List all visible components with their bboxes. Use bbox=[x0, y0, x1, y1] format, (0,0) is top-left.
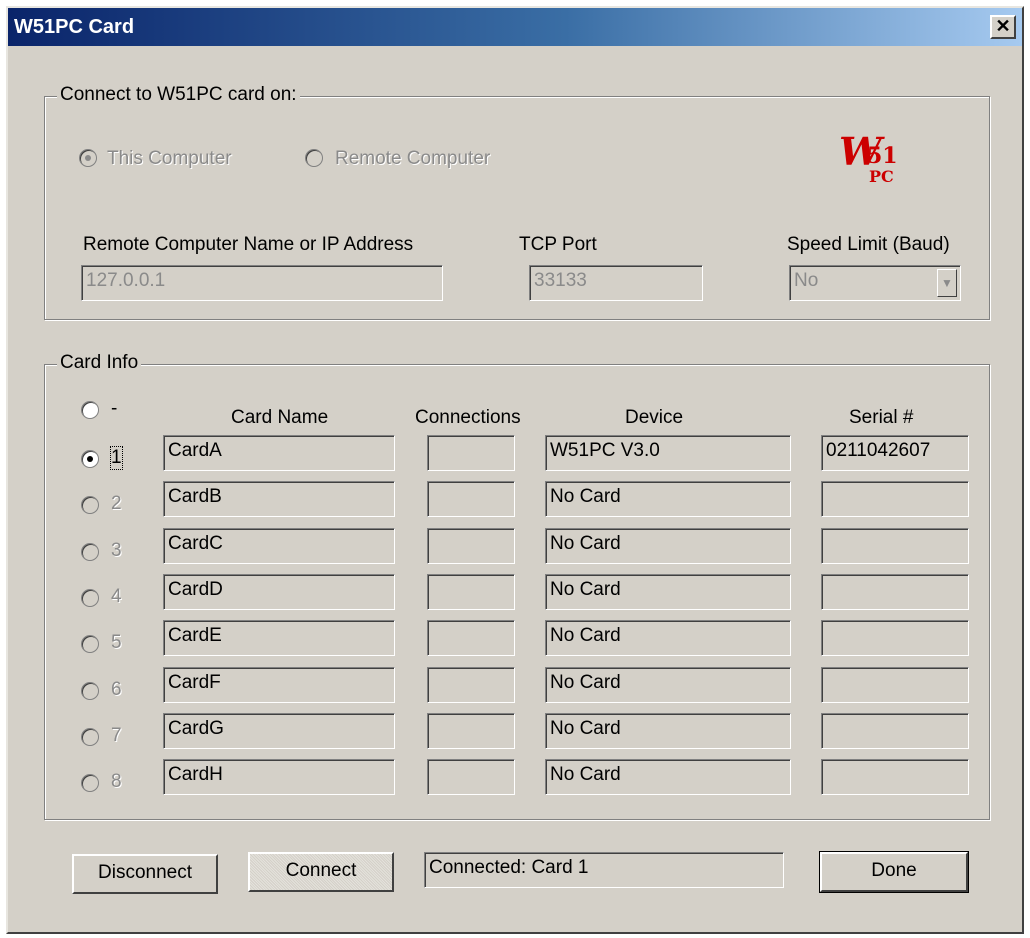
card-radio-3[interactable] bbox=[81, 543, 99, 561]
device-field-2[interactable]: No Card bbox=[545, 481, 791, 517]
serial-field-5[interactable] bbox=[821, 620, 969, 656]
header-card-name: Card Name bbox=[231, 407, 329, 428]
remote-computer-radio[interactable] bbox=[305, 149, 323, 167]
device-field-7[interactable]: No Card bbox=[545, 713, 791, 749]
remote-name-label: Remote Computer Name or IP Address bbox=[83, 234, 414, 255]
connections-field-4[interactable] bbox=[427, 574, 515, 610]
serial-field-2[interactable] bbox=[821, 481, 969, 517]
speed-limit-label: Speed Limit (Baud) bbox=[787, 234, 950, 255]
card-radio-5[interactable] bbox=[81, 635, 99, 653]
tcp-port-label: TCP Port bbox=[519, 234, 597, 255]
header-device: Device bbox=[625, 407, 684, 428]
disconnect-button[interactable]: Disconnect bbox=[72, 854, 218, 894]
speed-limit-select[interactable]: No ▼ bbox=[789, 265, 961, 301]
card-num-6: 6 bbox=[111, 679, 122, 700]
header-serial: Serial # bbox=[849, 407, 914, 428]
this-computer-label: This Computer bbox=[107, 148, 232, 169]
this-computer-radio[interactable] bbox=[79, 149, 97, 167]
w51pc-logo: W 51 PC bbox=[839, 129, 919, 189]
card-name-field-8[interactable]: CardH bbox=[163, 759, 395, 795]
remote-name-field[interactable]: 127.0.0.1 bbox=[81, 265, 443, 301]
done-button[interactable]: Done bbox=[819, 851, 969, 893]
remote-computer-label: Remote Computer bbox=[335, 148, 491, 169]
card-name-field-6[interactable]: CardF bbox=[163, 667, 395, 703]
close-button[interactable]: ✕ bbox=[990, 15, 1016, 39]
chevron-down-icon[interactable]: ▼ bbox=[937, 269, 957, 297]
card-name-field-7[interactable]: CardG bbox=[163, 713, 395, 749]
serial-field-3[interactable] bbox=[821, 528, 969, 564]
card-info-label: Card Info bbox=[57, 352, 142, 374]
card-num-7: 7 bbox=[111, 725, 122, 746]
serial-field-6[interactable] bbox=[821, 667, 969, 703]
serial-field-8[interactable] bbox=[821, 759, 969, 795]
card-radio-2[interactable] bbox=[81, 496, 99, 514]
connections-field-2[interactable] bbox=[427, 481, 515, 517]
connections-field-7[interactable] bbox=[427, 713, 515, 749]
device-field-1[interactable]: W51PC V3.0 bbox=[545, 435, 791, 471]
logo-51: 51 bbox=[867, 143, 898, 169]
connect-group-label: Connect to W51PC card on: bbox=[57, 84, 300, 106]
card-name-field-1[interactable]: CardA bbox=[163, 435, 395, 471]
card-radio-6[interactable] bbox=[81, 682, 99, 700]
card-name-field-2[interactable]: CardB bbox=[163, 481, 395, 517]
card-radio-8[interactable] bbox=[81, 774, 99, 792]
card-radio-7[interactable] bbox=[81, 728, 99, 746]
connections-field-3[interactable] bbox=[427, 528, 515, 564]
card-num-8: 8 bbox=[111, 771, 122, 792]
connections-field-8[interactable] bbox=[427, 759, 515, 795]
connections-field-1[interactable] bbox=[427, 435, 515, 471]
title-bar[interactable]: W51PC Card ✕ bbox=[8, 8, 1022, 46]
speed-limit-value: No bbox=[794, 270, 819, 291]
logo-pc: PC bbox=[869, 167, 894, 186]
header-connections: Connections bbox=[415, 407, 521, 428]
device-field-8[interactable]: No Card bbox=[545, 759, 791, 795]
serial-field-7[interactable] bbox=[821, 713, 969, 749]
connections-field-5[interactable] bbox=[427, 620, 515, 656]
card-name-field-5[interactable]: CardE bbox=[163, 620, 395, 656]
serial-field-1[interactable]: 0211042607 bbox=[821, 435, 969, 471]
card-num-3: 3 bbox=[111, 540, 122, 561]
card-num-2: 2 bbox=[111, 493, 122, 514]
card-num-4: 4 bbox=[111, 586, 122, 607]
serial-field-4[interactable] bbox=[821, 574, 969, 610]
card-info-groupbox: Card Info - Card Name Connections Device… bbox=[44, 352, 990, 820]
connections-field-6[interactable] bbox=[427, 667, 515, 703]
tcp-port-field[interactable]: 33133 bbox=[529, 265, 703, 301]
card-num-5: 5 bbox=[111, 632, 122, 653]
card-radio-1[interactable] bbox=[81, 450, 99, 468]
connect-button[interactable]: Connect bbox=[248, 852, 394, 892]
connect-groupbox: Connect to W51PC card on: This Computer … bbox=[44, 84, 990, 320]
card-num-1: 1 bbox=[110, 446, 123, 470]
card-name-field-4[interactable]: CardD bbox=[163, 574, 395, 610]
device-field-3[interactable]: No Card bbox=[545, 528, 791, 564]
card-none-radio[interactable] bbox=[81, 401, 99, 419]
w51pc-dialog: W51PC Card ✕ Connect to W51PC card on: T… bbox=[6, 6, 1024, 934]
card-none-label: - bbox=[111, 398, 118, 419]
connection-status-field: Connected: Card 1 bbox=[424, 852, 784, 888]
device-field-5[interactable]: No Card bbox=[545, 620, 791, 656]
card-name-field-3[interactable]: CardC bbox=[163, 528, 395, 564]
device-field-4[interactable]: No Card bbox=[545, 574, 791, 610]
window-title: W51PC Card bbox=[14, 16, 135, 38]
card-radio-4[interactable] bbox=[81, 589, 99, 607]
device-field-6[interactable]: No Card bbox=[545, 667, 791, 703]
